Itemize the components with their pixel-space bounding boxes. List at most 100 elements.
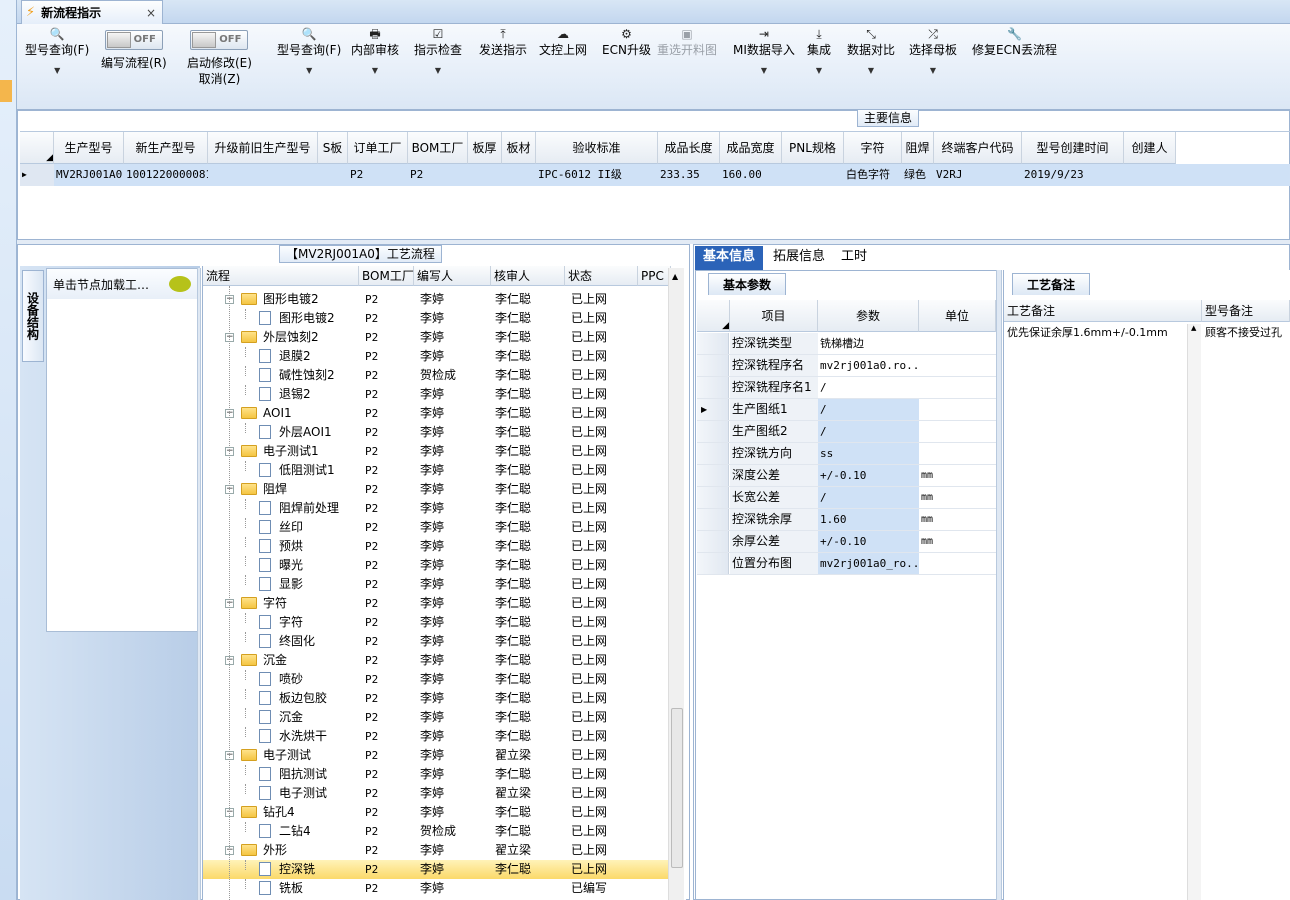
toggle-switch[interactable]: OFF	[190, 30, 249, 50]
tree-row[interactable]: 铣板 P2 李婷 已编写	[203, 879, 673, 898]
tab-0[interactable]: 基本信息	[695, 246, 764, 270]
tree-row[interactable]: − 字符 P2 李婷 李仁聪 已上网	[203, 594, 673, 613]
tree-row[interactable]: 退膜2 P2 李婷 李仁聪 已上网	[203, 347, 673, 366]
notes-scrollbar[interactable]: ▲	[1187, 324, 1201, 900]
col-header[interactable]: 订单工厂	[348, 132, 408, 164]
grid-cell[interactable]	[782, 164, 844, 186]
ribbon-btn-0[interactable]: 🔍 型号查询(F) ▼	[25, 26, 89, 78]
col-header[interactable]: 板厚	[468, 132, 502, 164]
process-note-text[interactable]: 优先保证余厚1.6mm+/-0.1mm	[1007, 324, 1187, 340]
tree-row[interactable]: 电子测试 P2 李婷 翟立梁 已上网	[203, 784, 673, 803]
tree-col-header[interactable]: 核审人	[491, 266, 565, 286]
tree-scrollbar[interactable]: ▲	[668, 268, 684, 900]
tree-row[interactable]: 图形电镀2 P2 李婷 李仁聪 已上网	[203, 309, 673, 328]
param-row[interactable]: 控深铣程序名 mv2rj001a0.ro...	[697, 355, 996, 377]
tree-col-header[interactable]: BOM工厂	[359, 266, 414, 286]
chevron-down-icon[interactable]: ▼	[733, 64, 795, 78]
col-header[interactable]: 新生产型号	[124, 132, 208, 164]
tree-row[interactable]: 预烘 P2 李婷 李仁聪 已上网	[203, 537, 673, 556]
grid-cell[interactable]: P2	[348, 164, 408, 186]
write-process-toggle[interactable]: OFF 编写流程(R)	[101, 30, 167, 71]
param-value[interactable]: 1.60	[818, 509, 919, 530]
param-value[interactable]: +/-0.10	[818, 531, 919, 552]
tree-row[interactable]: 沉金 P2 李婷 李仁聪 已上网	[203, 708, 673, 727]
tree-row[interactable]: 终固化 P2 李婷 李仁聪 已上网	[203, 632, 673, 651]
grid-cell[interactable]: 10012200000817	[124, 164, 208, 186]
grid-cell[interactable]: 160.00	[720, 164, 782, 186]
tree-col-header[interactable]: PPC	[638, 266, 671, 286]
param-row[interactable]: 控深铣类型 铣梯槽边	[697, 333, 996, 355]
scrollbar-thumb[interactable]	[671, 708, 683, 868]
ribbon-btn-12[interactable]: 🔧 修复ECN丢流程	[972, 26, 1057, 58]
detail-splitter[interactable]	[996, 270, 1002, 900]
chevron-down-icon[interactable]: ▼	[807, 64, 831, 78]
col-header[interactable]: 型号创建时间	[1022, 132, 1124, 164]
ribbon-btn-6[interactable]: ⚙ ECN升级	[602, 26, 651, 58]
enable-edit-toggle[interactable]: OFF 启动修改(E) 取消(Z)	[187, 30, 252, 87]
tree-row[interactable]: 丝印 P2 李婷 李仁聪 已上网	[203, 518, 673, 537]
param-value[interactable]: /	[818, 421, 919, 442]
param-row[interactable]: 位置分布图 mv2rj001a0_ro...	[697, 553, 996, 575]
tree-row[interactable]: − 电子测试 P2 李婷 翟立梁 已上网	[203, 746, 673, 765]
chevron-down-icon[interactable]: ▼	[909, 64, 957, 78]
param-row[interactable]: 生产图纸2/	[697, 421, 996, 443]
col-header[interactable]: 生产型号	[54, 132, 124, 164]
grid-cell[interactable]: MV2RJ001A0	[54, 164, 124, 186]
ribbon-btn-10[interactable]: ⤡ 数据对比 ▼	[847, 26, 895, 78]
tree-row[interactable]: − 钻孔4 P2 李婷 李仁聪 已上网	[203, 803, 673, 822]
chevron-down-icon[interactable]: ▼	[414, 64, 462, 78]
col-header[interactable]: 升级前旧生产型号	[208, 132, 318, 164]
col-header[interactable]: 创建人	[1124, 132, 1176, 164]
ribbon-btn-9[interactable]: ⤓ 集成 ▼	[807, 26, 831, 78]
chevron-down-icon[interactable]: ▼	[277, 64, 341, 78]
param-row[interactable]: 控深铣余厚 1.60 mm	[697, 509, 996, 531]
param-col-header[interactable]: 项目	[730, 300, 818, 332]
tab-1[interactable]: 拓展信息	[765, 246, 833, 270]
param-row[interactable]: ▶ 生产图纸1/	[697, 399, 996, 421]
chevron-down-icon[interactable]: ▼	[847, 64, 895, 78]
tree-row[interactable]: 退锡2 P2 李婷 李仁聪 已上网	[203, 385, 673, 404]
ribbon-btn-11[interactable]: ⤮ 选择母板 ▼	[909, 26, 957, 78]
tree-row[interactable]: 水洗烘干 P2 李婷 李仁聪 已上网	[203, 727, 673, 746]
param-row[interactable]: 余厚公差 +/-0.10 mm	[697, 531, 996, 553]
tree-row[interactable]: 阻抗测试 P2 李婷 李仁聪 已上网	[203, 765, 673, 784]
tree-row[interactable]: 字符 P2 李婷 李仁聪 已上网	[203, 613, 673, 632]
param-value[interactable]: /	[818, 399, 919, 420]
param-row[interactable]: 控深铣方向 ss	[697, 443, 996, 465]
ribbon-btn-7[interactable]: ▣ 重选开料图	[657, 26, 717, 58]
tree-row[interactable]: 外层AOI1 P2 李婷 李仁聪 已上网	[203, 423, 673, 442]
sidebar-splitter[interactable]	[197, 268, 201, 900]
grid-cell[interactable]: IPC-6012 II级	[536, 164, 658, 186]
grid-cell[interactable]: 2019/9/23	[1022, 164, 1124, 186]
tree-row[interactable]: 低阻测试1 P2 李婷 李仁聪 已上网	[203, 461, 673, 480]
col-header[interactable]: 板材	[502, 132, 536, 164]
cancel-label[interactable]: 取消(Z)	[187, 71, 252, 87]
scroll-up-icon[interactable]: ▲	[672, 272, 678, 281]
tree-row[interactable]: − 电子测试1 P2 李婷 李仁聪 已上网	[203, 442, 673, 461]
tree-row[interactable]: 曝光 P2 李婷 李仁聪 已上网	[203, 556, 673, 575]
tree-row[interactable]: 显影 P2 李婷 李仁聪 已上网	[203, 575, 673, 594]
grid-cell[interactable]	[208, 164, 318, 186]
tree-col-header[interactable]: 状态	[565, 266, 638, 286]
param-row[interactable]: 长宽公差 / mm	[697, 487, 996, 509]
ribbon-btn-2[interactable]: 🖶 内部审核 ▼	[351, 26, 399, 78]
grid-cell[interactable]: V2RJ	[934, 164, 1022, 186]
basic-params-title[interactable]: 基本参数	[708, 273, 787, 295]
col-header[interactable]: 成品长度	[658, 132, 720, 164]
param-value[interactable]: +/-0.10	[818, 465, 919, 486]
tree-row[interactable]: − 外形 P2 李婷 翟立梁 已上网	[203, 841, 673, 860]
tree-row[interactable]: 阻焊前处理 P2 李婷 李仁聪 已上网	[203, 499, 673, 518]
tab-new-process[interactable]: ⚡ 新流程指示 ×	[21, 0, 163, 24]
param-value[interactable]: /	[818, 487, 919, 508]
param-col-header[interactable]: 参数	[818, 300, 919, 332]
tree-row[interactable]: − 沉金 P2 李婷 李仁聪 已上网	[203, 651, 673, 670]
col-header[interactable]: S板	[318, 132, 348, 164]
dock-marker[interactable]	[0, 80, 12, 102]
col-header[interactable]: 成品宽度	[720, 132, 782, 164]
close-icon[interactable]: ×	[146, 6, 156, 20]
tree-row[interactable]: 碱性蚀刻2 P2 贺检成 李仁聪 已上网	[203, 366, 673, 385]
col-header[interactable]: 验收标准	[536, 132, 658, 164]
speech-bubble-icon[interactable]	[169, 276, 191, 292]
notes-title[interactable]: 工艺备注	[1012, 273, 1091, 295]
ribbon-btn-8[interactable]: ⇥ MI数据导入 ▼	[733, 26, 795, 78]
